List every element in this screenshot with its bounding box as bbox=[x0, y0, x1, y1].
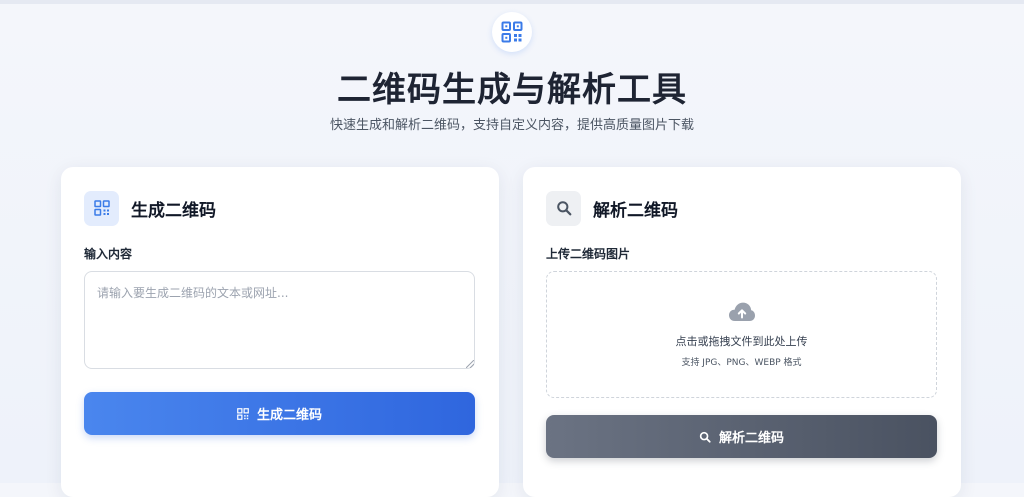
generate-card-title: 生成二维码 bbox=[131, 200, 216, 221]
parse-qrcode-button[interactable]: 解析二维码 bbox=[546, 415, 937, 458]
page-title: 二维码生成与解析工具 bbox=[337, 70, 687, 110]
qrcode-icon bbox=[93, 200, 110, 216]
parse-button-label: 解析二维码 bbox=[718, 430, 784, 445]
upload-dropzone[interactable]: 点击或拖拽文件到此处上传 支持 JPG、PNG、WEBP 格式 bbox=[546, 271, 937, 398]
content-input-label: 输入内容 bbox=[84, 247, 133, 261]
search-icon bbox=[556, 201, 571, 216]
dropzone-hint: 支持 JPG、PNG、WEBP 格式 bbox=[681, 358, 802, 368]
page-subtitle: 快速生成和解析二维码，支持自定义内容，提供高质量图片下载 bbox=[329, 118, 694, 133]
cloud-upload-icon bbox=[728, 302, 755, 321]
app-logo bbox=[492, 12, 532, 52]
generate-button-label: 生成二维码 bbox=[256, 407, 322, 422]
generate-card-header: 生成二维码 bbox=[84, 190, 216, 226]
upload-label: 上传二维码图片 bbox=[546, 247, 631, 261]
qrcode-icon bbox=[501, 21, 523, 43]
parse-card: 解析二维码 上传二维码图片 点击或拖拽文件到此处上传 支持 JPG、PNG、WE… bbox=[523, 167, 961, 497]
generate-card-icon-box bbox=[84, 190, 119, 226]
generate-qrcode-button[interactable]: 生成二维码 bbox=[84, 392, 475, 435]
top-divider bbox=[0, 0, 1024, 4]
resize-grip-icon[interactable] bbox=[466, 360, 474, 368]
qrcode-icon bbox=[237, 407, 249, 420]
parse-card-title: 解析二维码 bbox=[593, 200, 678, 221]
content-input[interactable] bbox=[84, 271, 475, 369]
dropzone-text: 点击或拖拽文件到此处上传 bbox=[675, 335, 808, 348]
search-icon bbox=[699, 431, 711, 443]
parse-card-header: 解析二维码 bbox=[546, 190, 678, 226]
generate-card: 生成二维码 输入内容 生成二维码 bbox=[61, 167, 499, 497]
parse-card-icon-box bbox=[546, 190, 581, 226]
